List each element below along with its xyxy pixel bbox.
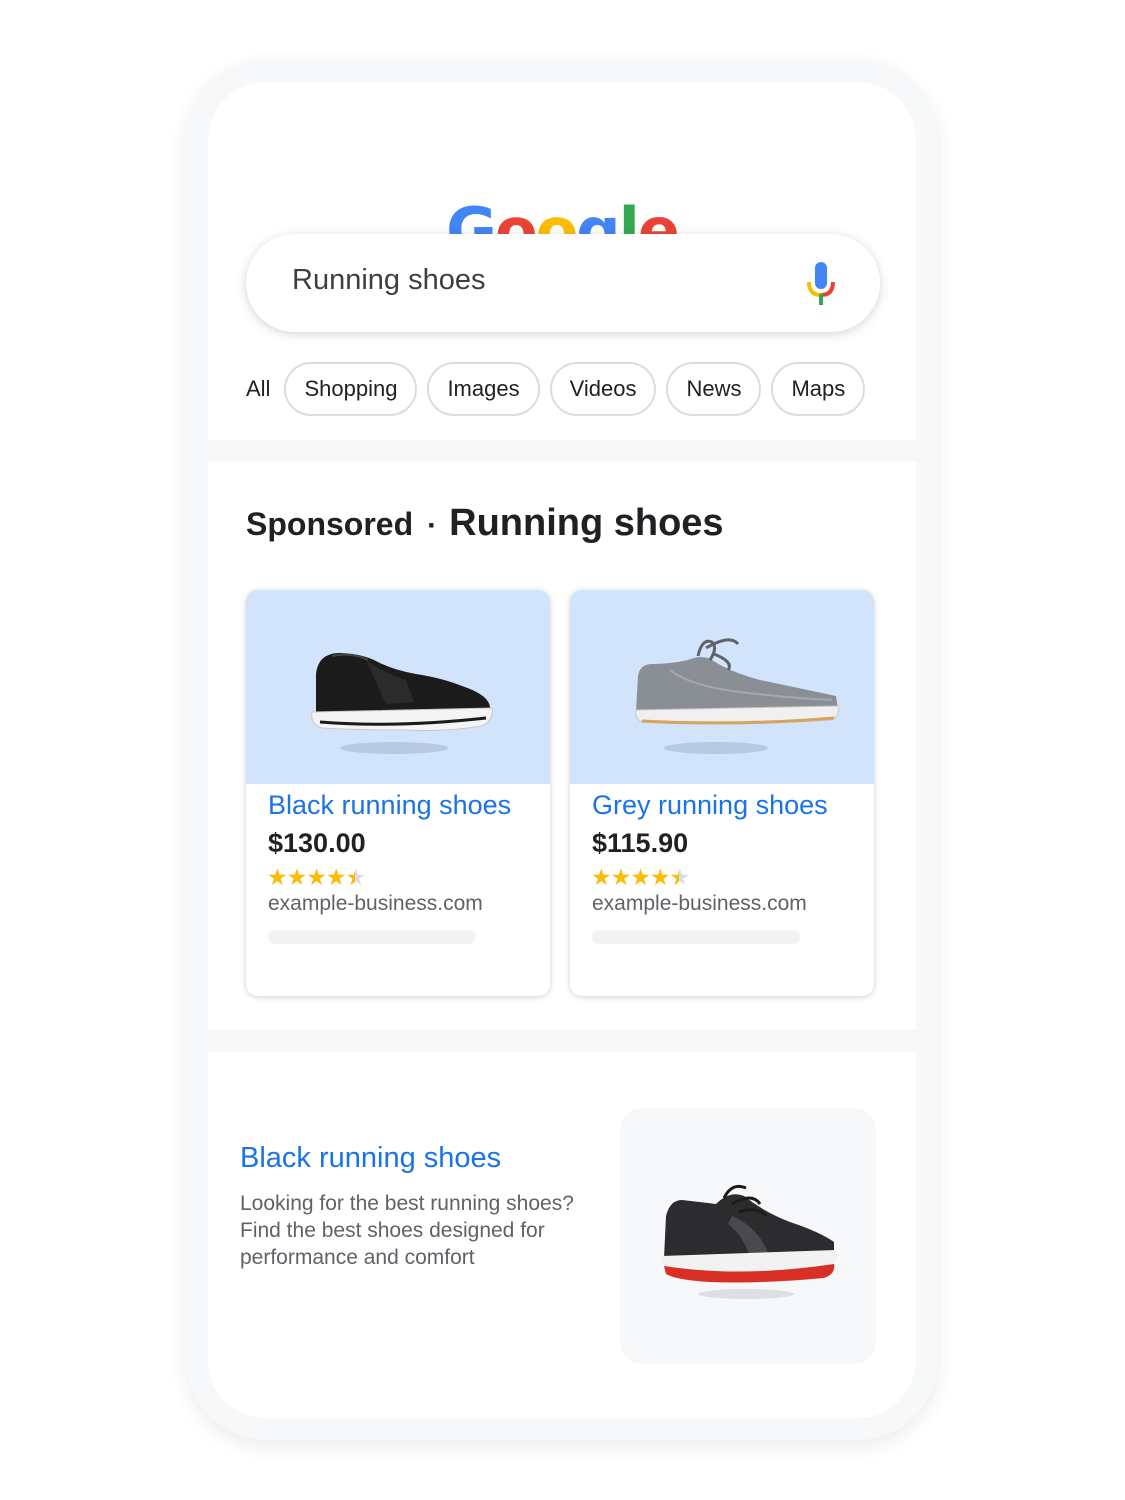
placeholder-bar bbox=[268, 930, 476, 944]
product-domain: example-business.com bbox=[268, 892, 483, 915]
product-title[interactable]: Black running shoes bbox=[268, 790, 511, 821]
sponsored-title: Running shoes bbox=[449, 502, 724, 544]
mic-icon[interactable] bbox=[806, 262, 836, 306]
product-card[interactable]: Grey running shoes $115.90 ★★★★★ example… bbox=[570, 590, 874, 996]
tab-news[interactable]: News bbox=[666, 362, 762, 416]
product-domain: example-business.com bbox=[592, 892, 807, 915]
black-red-running-shoe-image bbox=[660, 1184, 838, 1299]
placeholder-bar bbox=[592, 930, 800, 944]
black-slip-on-shoe-image bbox=[311, 653, 493, 754]
search-tabs: All Shopping Images Videos News Maps bbox=[246, 362, 866, 416]
rating-stars: ★★★★★ bbox=[267, 864, 366, 890]
rating-stars: ★★★★★ bbox=[591, 864, 690, 890]
product-card[interactable]: Black running shoes $130.00 ★★★★★ exampl… bbox=[246, 590, 550, 996]
ad-thumbnail[interactable] bbox=[620, 1108, 876, 1364]
phone-screen: Google Running shoes All Shopping Images… bbox=[208, 82, 916, 1418]
product-image[interactable] bbox=[570, 590, 874, 784]
product-price: $130.00 bbox=[268, 828, 366, 858]
star-half-icon: ★ bbox=[669, 864, 690, 890]
star-icon: ★★★★ bbox=[267, 864, 346, 890]
tab-images[interactable]: Images bbox=[427, 362, 540, 416]
product-image[interactable] bbox=[246, 590, 550, 784]
tab-videos[interactable]: Videos bbox=[549, 362, 657, 416]
phone-frame: Google Running shoes All Shopping Images… bbox=[186, 60, 938, 1440]
section-divider bbox=[208, 440, 916, 462]
star-icon: ★★★★ bbox=[591, 864, 670, 890]
tab-shopping[interactable]: Shopping bbox=[284, 362, 418, 416]
search-box[interactable]: Running shoes bbox=[246, 234, 880, 332]
star-half-icon: ★ bbox=[345, 864, 366, 890]
sponsored-label: Sponsored bbox=[246, 506, 414, 542]
tab-all[interactable]: All bbox=[246, 376, 270, 402]
product-title[interactable]: Grey running shoes bbox=[592, 790, 828, 821]
separator-dot: · bbox=[427, 509, 438, 542]
ad-description: Looking for the best running shoes? Find… bbox=[240, 1192, 574, 1269]
section-divider bbox=[208, 1030, 916, 1052]
product-price: $115.90 bbox=[592, 828, 689, 858]
ad-title[interactable]: Black running shoes bbox=[240, 1142, 501, 1175]
sponsored-heading: Sponsored · Running shoes bbox=[246, 502, 724, 545]
tab-maps[interactable]: Maps bbox=[771, 362, 866, 416]
search-query[interactable]: Running shoes bbox=[292, 264, 485, 297]
grey-lace-up-shoe-image bbox=[635, 638, 839, 754]
